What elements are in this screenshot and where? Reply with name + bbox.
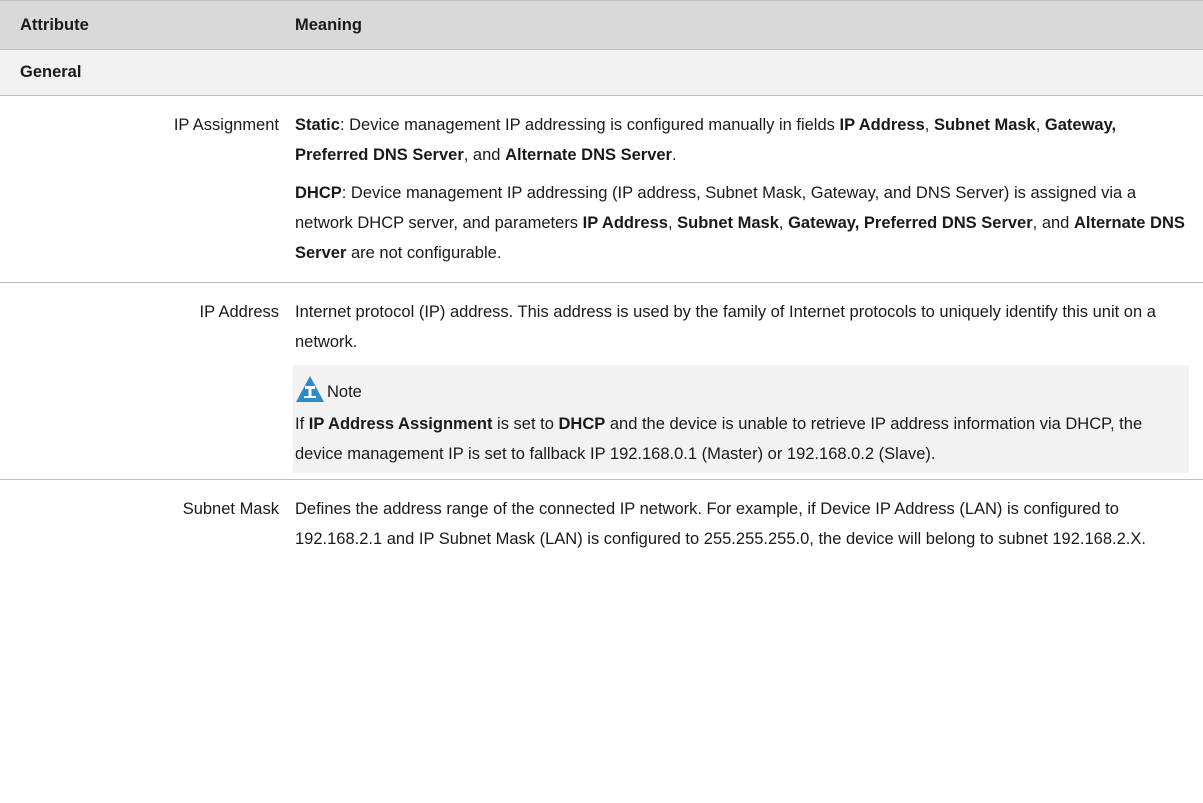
subnet-mask-description: Defines the address range of the connect… — [295, 500, 1146, 548]
static-paragraph: Static: Device management IP addressing … — [295, 110, 1189, 170]
note-block: Note If IP Address Assignment is set to … — [293, 365, 1189, 473]
dhcp-text-3: , — [778, 214, 789, 232]
dhcp-bold-ip-address: IP Address — [582, 214, 668, 232]
meaning-cell: Static: Device management IP addressing … — [295, 96, 1203, 282]
static-text-3: , — [1035, 116, 1045, 134]
attribute-name: Subnet Mask — [182, 500, 279, 518]
static-label: Static — [295, 116, 340, 134]
static-text-2: , — [924, 116, 934, 134]
table-header-row: Attribute Meaning — [0, 0, 1203, 50]
note-header: Note — [295, 367, 1189, 403]
table-row-ip-address: IP Address Internet protocol (IP) addres… — [0, 283, 1203, 480]
note-text-1: If — [295, 415, 309, 433]
note-bold-ip-address-assignment: IP Address Assignment — [308, 415, 493, 433]
attribute-table: Attribute Meaning General IP Assignment … — [0, 0, 1203, 562]
note-icon — [295, 375, 325, 403]
meaning-cell: Defines the address range of the connect… — [295, 480, 1203, 562]
dhcp-bold-gateway-dns: Gateway, Preferred DNS Server — [788, 214, 1033, 232]
ip-address-description: Internet protocol (IP) address. This add… — [295, 303, 1156, 351]
note-text-2: is set to — [492, 415, 559, 433]
note-bold-dhcp: DHCP — [558, 415, 606, 433]
dhcp-text-5: are not configurable. — [346, 244, 502, 262]
header-meaning: Meaning — [295, 15, 362, 34]
note-text: If IP Address Assignment is set to DHCP … — [295, 409, 1189, 469]
section-label: General — [20, 63, 82, 81]
dhcp-text-4: , and — [1032, 214, 1074, 232]
static-text-4: , and — [463, 146, 506, 164]
dhcp-paragraph: DHCP: Device management IP addressing (I… — [295, 178, 1189, 268]
attribute-name: IP Address — [199, 303, 280, 321]
meaning-cell: Internet protocol (IP) address. This add… — [293, 283, 1203, 479]
attribute-name: IP Assignment — [173, 116, 279, 134]
dhcp-text-2: , — [667, 214, 678, 232]
static-text-1: : Device management IP addressing is con… — [339, 116, 840, 134]
header-attribute: Attribute — [20, 15, 89, 34]
static-bold-subnet-mask: Subnet Mask — [933, 116, 1036, 134]
static-bold-ip-address: IP Address — [839, 116, 925, 134]
dhcp-label: DHCP — [295, 184, 342, 202]
table-row-subnet-mask: Subnet Mask Defines the address range of… — [0, 480, 1203, 562]
note-title: Note — [327, 383, 362, 401]
table-row-ip-assignment: IP Assignment Static: Device management … — [0, 96, 1203, 283]
static-text-5: . — [671, 146, 677, 164]
section-row-general: General — [0, 50, 1203, 96]
dhcp-bold-subnet-mask: Subnet Mask — [677, 214, 779, 232]
static-bold-alternate-dns: Alternate DNS Server — [505, 146, 672, 164]
